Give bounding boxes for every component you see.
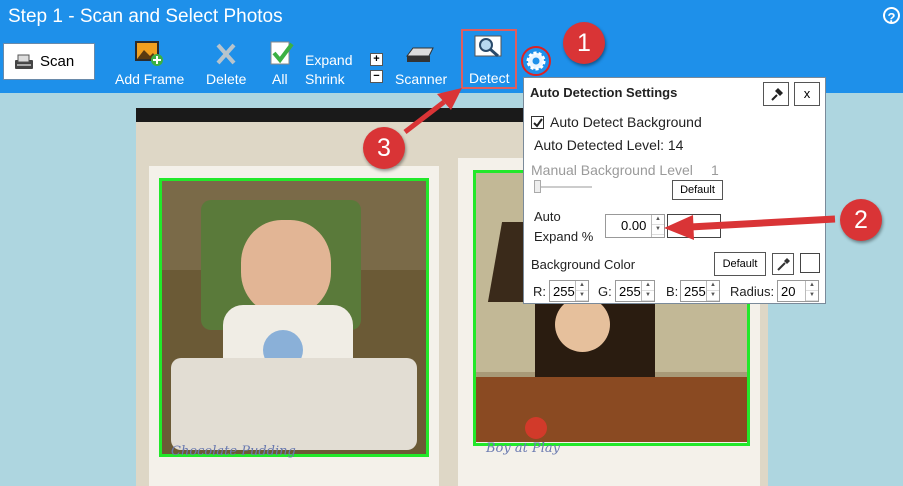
annotation-badge-3: 3 [363,127,405,169]
arrow-2-to-expand [664,215,836,240]
annotation-badge-2: 2 [840,199,882,241]
arrow-3-to-detect [403,88,462,134]
annotation-arrows [403,88,836,240]
